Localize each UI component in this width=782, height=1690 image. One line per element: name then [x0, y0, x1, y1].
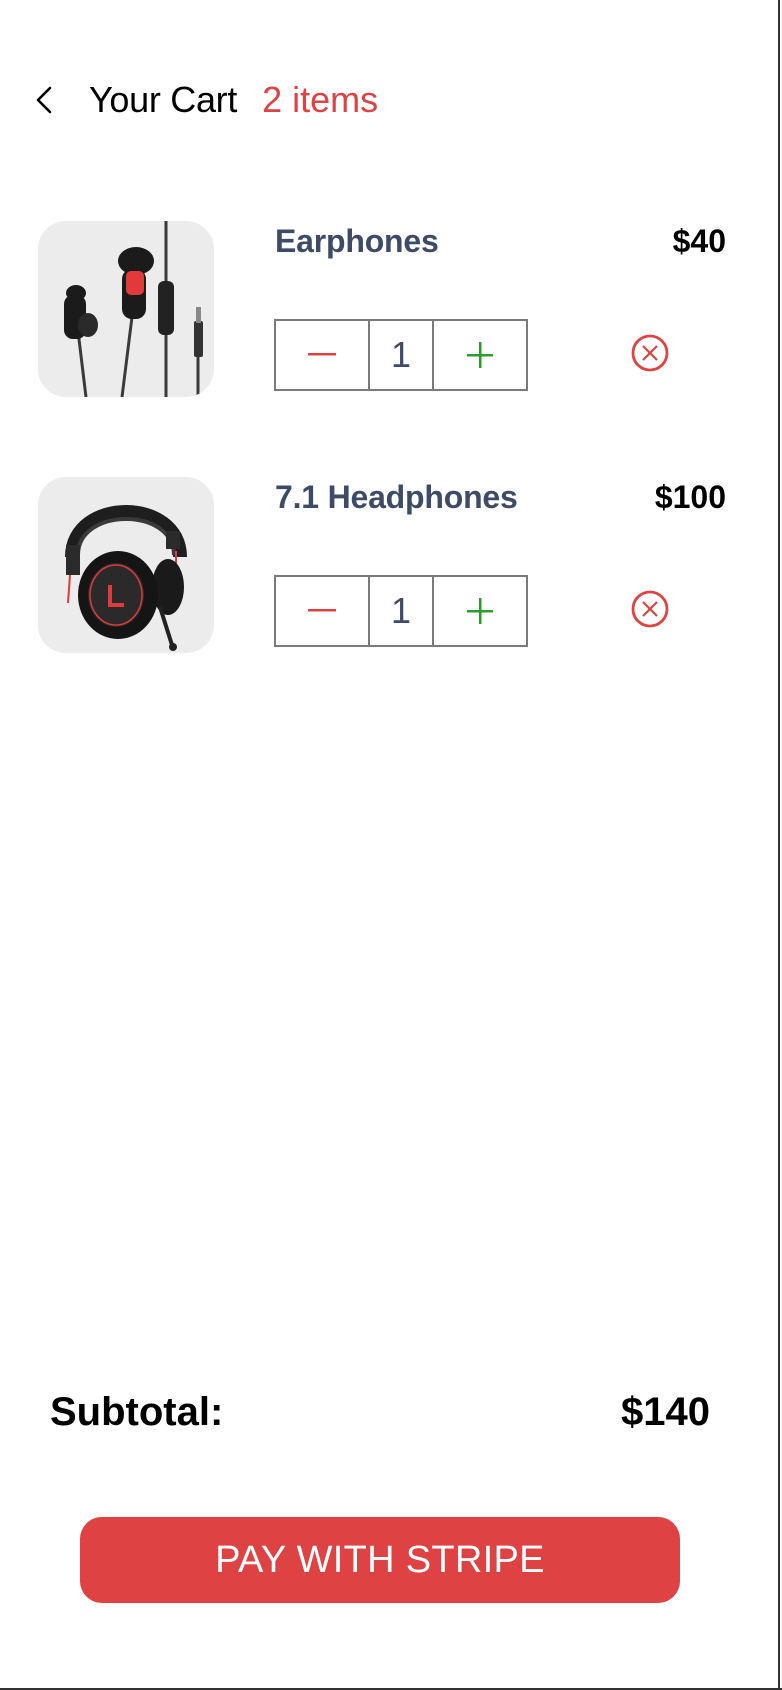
cart-item: 7.1 Headphones $100 1 — [38, 477, 738, 657]
pay-with-stripe-button[interactable]: PAY WITH STRIPE — [80, 1517, 680, 1603]
earphones-image — [38, 221, 214, 397]
chevron-left-icon — [36, 86, 52, 114]
close-circle-icon — [631, 590, 669, 628]
increment-button[interactable] — [434, 321, 526, 389]
plus-icon — [467, 598, 494, 624]
quantity-stepper: 1 — [274, 575, 528, 647]
subtotal-value: $140 — [621, 1390, 710, 1434]
decrement-button[interactable] — [276, 321, 368, 389]
cart-item: Earphones $40 1 — [38, 221, 738, 401]
headphones-image — [38, 477, 214, 653]
remove-item-button[interactable] — [630, 333, 670, 373]
remove-item-button[interactable] — [630, 589, 670, 629]
quantity-stepper: 1 — [274, 319, 528, 391]
item-price: $40 — [672, 223, 726, 259]
minus-icon — [307, 353, 336, 356]
quantity-value: 1 — [367, 577, 435, 645]
frame-edge — [778, 0, 780, 1690]
minus-icon — [307, 609, 336, 612]
plus-icon — [467, 342, 494, 368]
item-name: Earphones — [275, 223, 439, 259]
item-name: 7.1 Headphones — [275, 479, 518, 515]
item-price: $100 — [654, 479, 726, 515]
decrement-button[interactable] — [276, 577, 368, 645]
quantity-value: 1 — [367, 321, 435, 389]
item-count-badge: 2 items — [262, 79, 379, 120]
close-circle-icon — [631, 334, 669, 372]
cart-header: Your Cart 2 items — [34, 72, 378, 128]
back-button[interactable] — [34, 85, 56, 115]
page-title: Your Cart — [89, 79, 238, 120]
subtotal-label: Subtotal: — [50, 1390, 224, 1434]
increment-button[interactable] — [434, 577, 526, 645]
